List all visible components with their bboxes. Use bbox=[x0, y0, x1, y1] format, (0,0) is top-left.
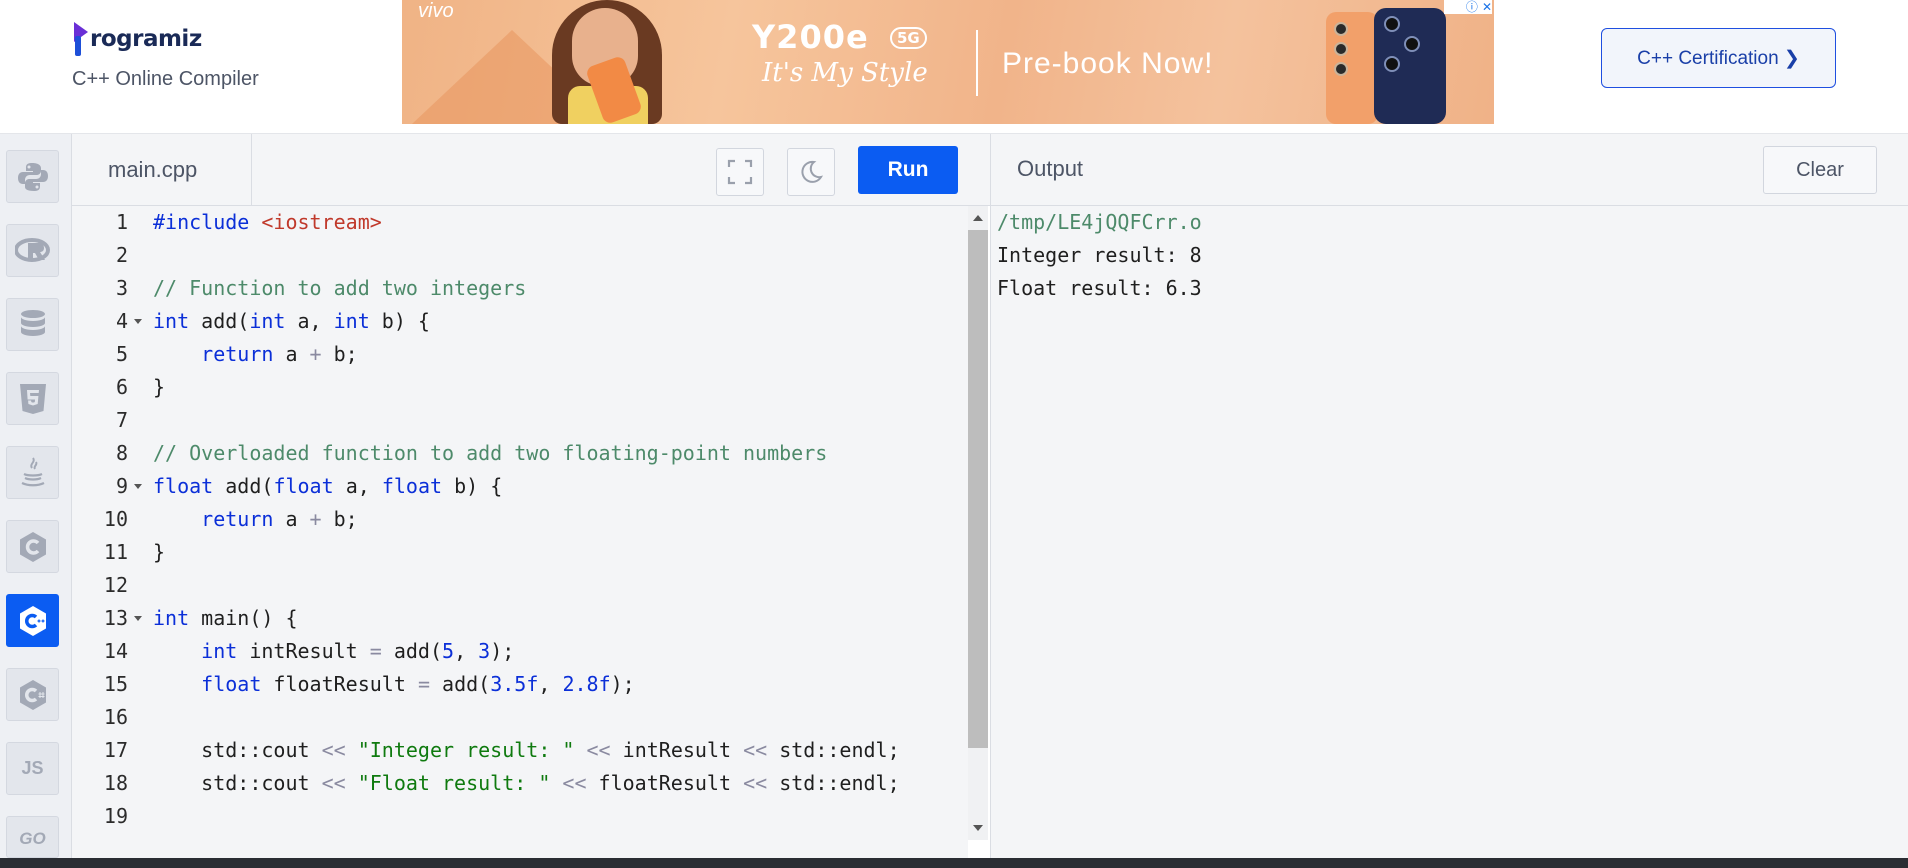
line-number: 8 bbox=[115, 441, 128, 465]
sidebar-item-python[interactable] bbox=[6, 150, 59, 203]
line-number: 2 bbox=[115, 243, 128, 267]
line-number: 13 bbox=[103, 606, 128, 630]
line-number: 3 bbox=[115, 276, 128, 300]
code-line: #include <iostream> bbox=[153, 210, 382, 234]
line-number: 4 bbox=[115, 309, 128, 333]
line-number: 6 bbox=[115, 375, 128, 399]
output-toolbar: Output Clear bbox=[990, 134, 1908, 206]
ad-close-icon[interactable]: ✕ bbox=[1482, 0, 1492, 14]
moon-icon bbox=[801, 160, 824, 183]
python-icon bbox=[17, 162, 48, 191]
scroll-down-icon[interactable] bbox=[973, 825, 983, 831]
fullscreen-icon bbox=[727, 159, 753, 185]
ad-model-name: Y200e bbox=[752, 18, 869, 56]
code-line: } bbox=[153, 375, 166, 399]
go-icon: GO bbox=[19, 829, 46, 848]
csharp-icon bbox=[19, 679, 46, 710]
language-sidebar: JS GO bbox=[0, 134, 72, 858]
code-line: int main() { bbox=[153, 606, 298, 630]
header: rogramiz C++ Online Compiler vivo Y200e … bbox=[0, 0, 1908, 134]
sidebar-item-java[interactable] bbox=[6, 446, 59, 499]
code-editor[interactable]: 1 2 3 4 5 6 7 8 9 10 11 12 13 14 15 16 1… bbox=[72, 206, 968, 858]
sidebar-item-js[interactable]: JS bbox=[6, 742, 59, 795]
database-icon bbox=[20, 309, 45, 336]
ad-brand: vivo bbox=[418, 0, 454, 22]
ad-phones-image bbox=[1326, 8, 1466, 124]
ad-model-image bbox=[532, 0, 682, 124]
tab-main-cpp[interactable]: main.cpp bbox=[72, 134, 252, 205]
code-line: return a + b; bbox=[201, 507, 358, 531]
fullscreen-button[interactable] bbox=[716, 148, 764, 196]
c-icon bbox=[19, 531, 46, 562]
line-number: 5 bbox=[115, 342, 128, 366]
cpp-icon bbox=[19, 605, 46, 636]
fold-arrow-icon[interactable] bbox=[134, 616, 142, 621]
line-number: 7 bbox=[115, 408, 128, 432]
taskbar-strip bbox=[0, 858, 1908, 868]
line-number: 12 bbox=[103, 573, 128, 597]
output-console[interactable]: /tmp/LE4jQQFCrr.o Integer result: 8 Floa… bbox=[990, 206, 1908, 858]
code-line: std::cout << "Float result: " << floatRe… bbox=[153, 771, 900, 795]
code-line: float floatResult = add(3.5f, 2.8f); bbox=[201, 672, 635, 696]
js-icon: JS bbox=[21, 758, 44, 778]
cpp-certification-button[interactable]: C++ Certification ❯ bbox=[1601, 28, 1836, 88]
code-line: float add(float a, float b) { bbox=[153, 474, 503, 498]
fold-arrow-icon[interactable] bbox=[134, 484, 142, 489]
line-number: 19 bbox=[103, 804, 128, 828]
code-line: // Function to add two integers bbox=[153, 276, 527, 300]
logo-text: rogramiz bbox=[90, 26, 202, 52]
ad-tagline: It's My Style bbox=[762, 58, 928, 88]
editor-scrollbar[interactable] bbox=[968, 206, 988, 840]
theme-toggle-button[interactable] bbox=[787, 148, 835, 196]
code-line: int add(int a, int b) { bbox=[153, 309, 430, 333]
code-line: int intResult = add(5, 3); bbox=[201, 639, 515, 663]
sidebar-item-html[interactable] bbox=[6, 372, 59, 425]
sidebar-item-r[interactable] bbox=[6, 224, 59, 277]
fold-arrow-icon[interactable] bbox=[134, 319, 142, 324]
line-number: 14 bbox=[103, 639, 128, 663]
output-title: Output bbox=[1017, 156, 1084, 181]
output-line: Integer result: 8 bbox=[997, 243, 1202, 267]
sidebar-item-sql[interactable] bbox=[6, 298, 59, 351]
sidebar-item-go[interactable]: GO bbox=[6, 816, 59, 858]
line-number: 18 bbox=[103, 771, 128, 795]
sidebar-item-c[interactable] bbox=[6, 520, 59, 573]
advertisement-banner[interactable]: vivo Y200e 5G It's My Style Pre-book Now… bbox=[402, 0, 1494, 124]
line-number: 17 bbox=[103, 738, 128, 762]
ad-5g-badge: 5G bbox=[890, 27, 927, 49]
line-number: 10 bbox=[103, 507, 128, 531]
code-line: } bbox=[153, 540, 166, 564]
code-line: std::cout << "Integer result: " << intRe… bbox=[153, 738, 900, 762]
output-line: /tmp/LE4jQQFCrr.o bbox=[997, 210, 1202, 234]
line-number: 9 bbox=[115, 474, 128, 498]
r-icon bbox=[14, 237, 50, 262]
editor-toolbar: main.cpp Run bbox=[72, 134, 990, 206]
scroll-up-icon[interactable] bbox=[973, 215, 983, 221]
ad-divider bbox=[976, 30, 978, 96]
html5-icon bbox=[19, 383, 46, 414]
sidebar-item-cpp[interactable] bbox=[6, 594, 59, 647]
code-line: return a + b; bbox=[201, 342, 358, 366]
java-icon bbox=[21, 456, 44, 486]
code-line: // Overloaded function to add two floati… bbox=[153, 441, 828, 465]
clear-button[interactable]: Clear bbox=[1763, 146, 1877, 194]
ad-cta: Pre-book Now! bbox=[1002, 47, 1214, 80]
programiz-logo[interactable]: rogramiz bbox=[74, 22, 202, 56]
sidebar-item-csharp[interactable] bbox=[6, 668, 59, 721]
line-number: 15 bbox=[103, 672, 128, 696]
programiz-logo-mark-icon bbox=[74, 22, 88, 56]
run-button[interactable]: Run bbox=[858, 146, 958, 194]
line-number: 16 bbox=[103, 705, 128, 729]
ad-controls: ⓘ ✕ bbox=[1444, 0, 1492, 14]
scrollbar-thumb[interactable] bbox=[968, 230, 988, 748]
line-number-gutter: 1 2 3 4 5 6 7 8 9 10 11 12 13 14 15 16 1… bbox=[72, 206, 152, 858]
output-line: Float result: 6.3 bbox=[997, 276, 1202, 300]
line-number: 11 bbox=[103, 540, 128, 564]
ad-info-icon[interactable]: ⓘ bbox=[1466, 0, 1478, 14]
line-number: 1 bbox=[115, 210, 128, 234]
page-subtitle: C++ Online Compiler bbox=[72, 68, 259, 90]
